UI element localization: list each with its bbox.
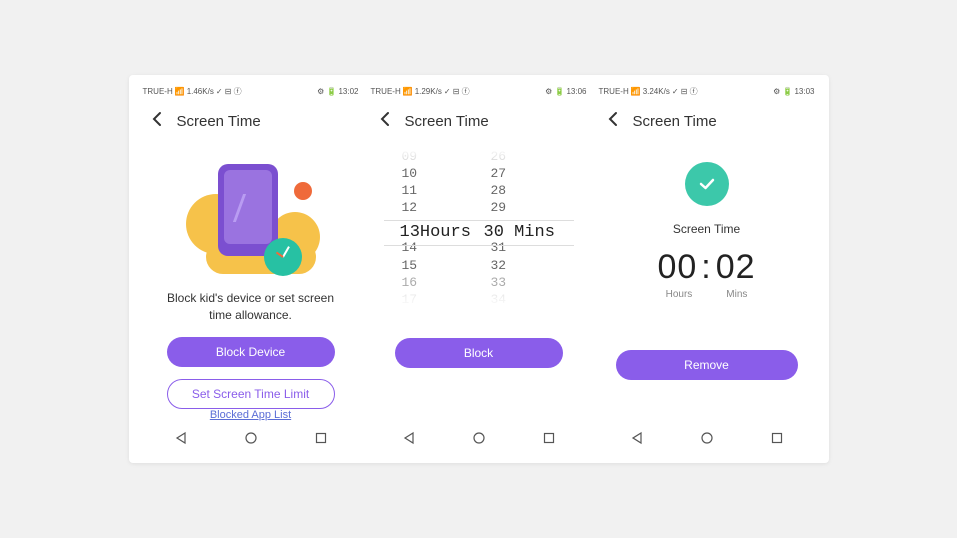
timer-unit-labels: Hours Mins <box>666 289 748 300</box>
status-speed: 1.46K/s <box>187 87 214 96</box>
signal-icon: 📶 <box>631 87 641 96</box>
nav-home-button[interactable] <box>240 427 262 454</box>
timer-mins: 02 <box>716 248 756 287</box>
triangle-back-icon <box>630 431 644 445</box>
back-button[interactable] <box>375 107 395 136</box>
status-time: 13:06 <box>566 87 586 96</box>
status-bar: TRUE-H 📶 1.29K/s ✓ ⊟ ⓕ ⚙ 🔋 13:06 <box>365 85 593 99</box>
nav-recent-button[interactable] <box>766 427 788 454</box>
set-limit-button[interactable]: Set Screen Time Limit <box>167 379 335 409</box>
square-recent-icon <box>314 431 328 445</box>
status-time: 13:02 <box>338 87 358 96</box>
block-device-button[interactable]: Block Device <box>167 337 335 367</box>
status-carrier: TRUE-H <box>599 87 629 96</box>
nav-recent-button[interactable] <box>310 427 332 454</box>
picker-selected-row: 13Hours 30 Mins <box>384 220 574 246</box>
circle-home-icon <box>700 431 714 445</box>
nav-back-button[interactable] <box>398 427 420 454</box>
screenshot-card: TRUE-H 📶 1.46K/s ✓ ⊟ ⓕ ⚙ 🔋 13:02 Screen … <box>129 75 829 464</box>
chevron-left-icon <box>151 111 163 127</box>
nav-back-button[interactable] <box>170 427 192 454</box>
nav-recent-button[interactable] <box>538 427 560 454</box>
back-button[interactable] <box>603 107 623 136</box>
circle-home-icon <box>472 431 486 445</box>
square-recent-icon <box>542 431 556 445</box>
status-carrier: TRUE-H <box>371 87 401 96</box>
phone-screen-3: TRUE-H 📶 3.24K/s ✓ ⊟ ⓕ ⚙ 🔋 13:03 Screen … <box>593 85 821 456</box>
blocked-app-list-link[interactable]: Blocked App List <box>210 409 291 421</box>
status-time: 13:03 <box>794 87 814 96</box>
screen-time-illustration <box>176 154 326 274</box>
nav-back-button[interactable] <box>626 427 648 454</box>
chevron-left-icon <box>607 111 619 127</box>
square-recent-icon <box>770 431 784 445</box>
page-title: Screen Time <box>177 113 261 130</box>
signal-icon: 📶 <box>175 87 185 96</box>
success-check-icon <box>685 162 729 206</box>
status-carrier: TRUE-H <box>143 87 173 96</box>
countdown-title: Screen Time <box>673 222 740 236</box>
app-header: Screen Time <box>137 99 365 146</box>
triangle-back-icon <box>402 431 416 445</box>
block-button[interactable]: Block <box>395 338 563 368</box>
countdown-timer: 00 : 02 <box>657 248 755 287</box>
status-bar: TRUE-H 📶 1.46K/s ✓ ⊟ ⓕ ⚙ 🔋 13:02 <box>137 85 365 99</box>
timer-hours: 00 <box>657 248 697 287</box>
status-bar: TRUE-H 📶 3.24K/s ✓ ⊟ ⓕ ⚙ 🔋 13:03 <box>593 85 821 99</box>
page-title: Screen Time <box>633 113 717 130</box>
circle-home-icon <box>244 431 258 445</box>
remove-button[interactable]: Remove <box>616 350 798 380</box>
status-speed: 3.24K/s <box>643 87 670 96</box>
time-picker[interactable]: 09 10 11 12 14 15 16 17 26 27 28 29 31 <box>384 148 574 308</box>
screen-description: Block kid's device or set screen time al… <box>149 290 353 324</box>
back-button[interactable] <box>147 107 167 136</box>
clock-icon <box>264 238 302 276</box>
status-speed: 1.29K/s <box>415 87 442 96</box>
phone-screen-2: TRUE-H 📶 1.29K/s ✓ ⊟ ⓕ ⚙ 🔋 13:06 Screen … <box>365 85 593 456</box>
triangle-back-icon <box>174 431 188 445</box>
app-header: Screen Time <box>365 99 593 146</box>
page-title: Screen Time <box>405 113 489 130</box>
nav-home-button[interactable] <box>468 427 490 454</box>
signal-icon: 📶 <box>403 87 413 96</box>
app-header: Screen Time <box>593 99 821 146</box>
phone-screen-1: TRUE-H 📶 1.46K/s ✓ ⊟ ⓕ ⚙ 🔋 13:02 Screen … <box>137 85 365 456</box>
chevron-left-icon <box>379 111 391 127</box>
system-nav-bar <box>137 425 365 455</box>
system-nav-bar <box>365 425 593 455</box>
nav-home-button[interactable] <box>696 427 718 454</box>
system-nav-bar <box>593 425 821 455</box>
